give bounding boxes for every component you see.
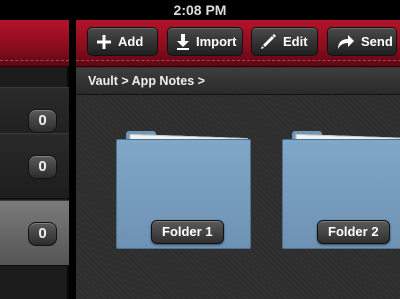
send-label: Send — [361, 34, 393, 49]
folder-item[interactable]: Folder 2 — [282, 131, 400, 249]
sidebar: 0 0 0 — [0, 20, 69, 299]
import-button[interactable]: Import — [167, 27, 243, 56]
status-time: 2:08 PM — [173, 2, 227, 18]
breadcrumb-text: Vault > App Notes > — [88, 74, 205, 88]
add-button[interactable]: Add — [87, 27, 158, 56]
folder-item[interactable]: Folder 1 — [116, 131, 251, 249]
edit-label: Edit — [283, 34, 308, 49]
plus-icon — [97, 34, 111, 49]
send-button[interactable]: Send — [327, 27, 397, 56]
count-badge: 0 — [28, 222, 57, 246]
count-badge: 0 — [28, 109, 57, 133]
send-curved-arrow-icon — [338, 34, 354, 49]
detail-pane: Add Import Edit Send Vault > App Notes >… — [75, 20, 400, 299]
folder-label: Folder 2 — [317, 220, 390, 244]
sidebar-header — [0, 20, 69, 67]
download-arrow-icon — [177, 34, 189, 50]
add-label: Add — [118, 34, 144, 49]
edit-button[interactable]: Edit — [251, 27, 318, 56]
folder-label: Folder 1 — [151, 220, 224, 244]
sidebar-item[interactable]: 0 — [0, 133, 69, 199]
count-badge: 0 — [28, 155, 57, 179]
breadcrumb[interactable]: Vault > App Notes > — [76, 68, 400, 95]
toolbar: Add Import Edit Send — [76, 20, 400, 67]
status-bar: 2:08 PM — [0, 0, 400, 20]
import-label: Import — [196, 34, 237, 49]
pencil-icon — [261, 34, 276, 49]
sidebar-item-selected[interactable]: 0 — [0, 200, 69, 266]
